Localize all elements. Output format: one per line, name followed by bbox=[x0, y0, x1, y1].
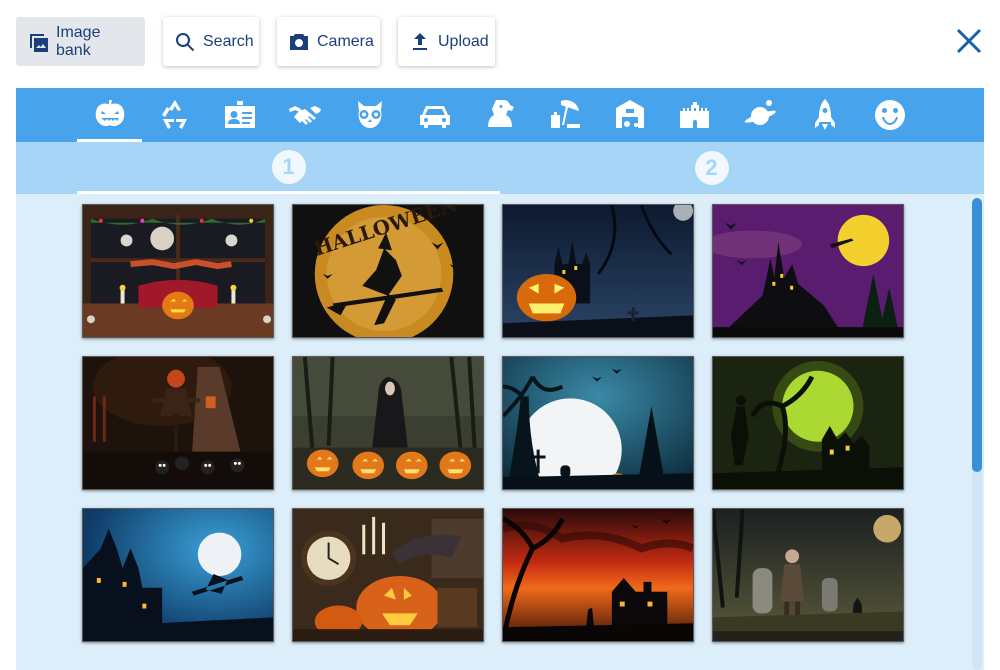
category-animals[interactable] bbox=[337, 88, 402, 142]
id-card-icon bbox=[224, 101, 255, 128]
camera-icon bbox=[290, 33, 308, 50]
category-emotions[interactable] bbox=[857, 88, 922, 142]
upload-label: Upload bbox=[438, 32, 489, 50]
pumpkin-icon bbox=[95, 99, 124, 126]
category-id[interactable] bbox=[207, 88, 272, 142]
image-thumbnail[interactable] bbox=[502, 508, 694, 642]
top-toolbar: Image bank Search Camera Upload bbox=[0, 0, 1000, 88]
search-icon bbox=[176, 32, 195, 51]
camera-button[interactable]: Camera bbox=[277, 17, 380, 66]
scrollbar-thumb[interactable] bbox=[972, 198, 982, 472]
castle-icon bbox=[679, 102, 709, 128]
image-thumbnail[interactable] bbox=[82, 356, 274, 490]
owl-icon bbox=[357, 101, 382, 128]
smiley-icon bbox=[874, 100, 905, 130]
image-thumbnail[interactable] bbox=[712, 508, 904, 642]
image-thumbnail[interactable] bbox=[712, 356, 904, 490]
image-icon bbox=[30, 33, 48, 52]
camera-label: Camera bbox=[317, 32, 374, 50]
car-icon bbox=[419, 106, 450, 128]
search-label: Search bbox=[203, 32, 254, 50]
beach-umbrella-icon bbox=[550, 100, 580, 128]
category-farm[interactable] bbox=[597, 88, 662, 142]
page-number-badge: 2 bbox=[694, 151, 729, 185]
close-button[interactable] bbox=[952, 24, 986, 58]
image-thumbnail[interactable] bbox=[502, 356, 694, 490]
image-thumbnail[interactable] bbox=[292, 356, 484, 490]
category-halloween[interactable] bbox=[77, 88, 142, 142]
close-icon bbox=[956, 28, 982, 54]
page-tab-1[interactable]: 1 bbox=[77, 142, 500, 194]
page-tabs: 1 2 bbox=[16, 142, 984, 194]
image-thumbnail[interactable] bbox=[82, 508, 274, 642]
image-thumbnail[interactable] bbox=[82, 204, 274, 338]
dog-icon bbox=[487, 100, 514, 127]
category-recycling[interactable] bbox=[142, 88, 207, 142]
recycle-icon bbox=[161, 100, 187, 129]
image-grid: HALLOWEEN bbox=[16, 194, 984, 670]
category-business[interactable] bbox=[272, 88, 337, 142]
search-button[interactable]: Search bbox=[163, 17, 259, 66]
category-travel[interactable] bbox=[532, 88, 597, 142]
category-castles[interactable] bbox=[662, 88, 727, 142]
category-bar bbox=[16, 88, 984, 142]
page-number-badge: 1 bbox=[271, 149, 306, 184]
page-tab-2[interactable]: 2 bbox=[500, 142, 923, 194]
rocket-icon bbox=[814, 99, 835, 130]
scrollbar[interactable] bbox=[972, 198, 982, 670]
handshake-icon bbox=[288, 106, 321, 125]
category-vehicles[interactable] bbox=[402, 88, 467, 142]
upload-button[interactable]: Upload bbox=[398, 17, 495, 66]
image-bank-button[interactable]: Image bank bbox=[16, 17, 145, 66]
category-bar-spacer bbox=[16, 88, 77, 142]
category-rockets[interactable] bbox=[792, 88, 857, 142]
barn-icon bbox=[615, 100, 644, 128]
planet-icon bbox=[744, 100, 776, 125]
image-thumbnail[interactable] bbox=[712, 204, 904, 338]
image-thumbnail[interactable] bbox=[292, 508, 484, 642]
image-thumbnail[interactable] bbox=[502, 204, 694, 338]
category-space[interactable] bbox=[727, 88, 792, 142]
image-bank-label: Image bank bbox=[56, 23, 101, 59]
upload-icon bbox=[413, 32, 427, 50]
image-thumbnail[interactable]: HALLOWEEN bbox=[292, 204, 484, 338]
category-pets[interactable] bbox=[467, 88, 532, 142]
